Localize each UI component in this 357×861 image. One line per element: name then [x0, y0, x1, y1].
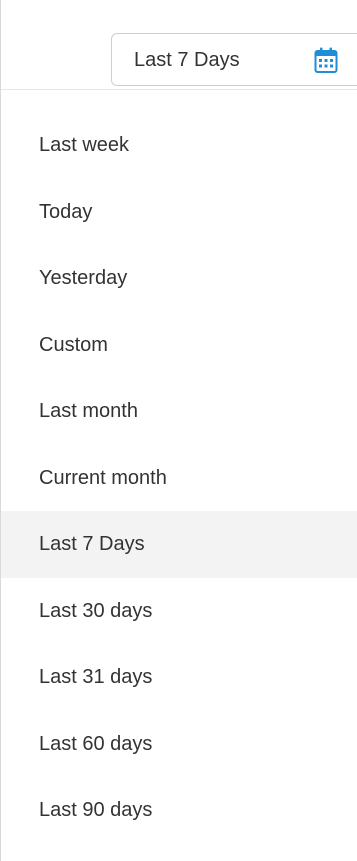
- option-last-month[interactable]: Last month: [1, 378, 357, 445]
- option-today[interactable]: Today: [1, 179, 357, 246]
- option-last-90-days[interactable]: Last 90 days: [1, 777, 357, 844]
- option-last-7-days[interactable]: Last 7 Days: [1, 511, 357, 578]
- option-custom[interactable]: Custom: [1, 312, 357, 379]
- option-yesterday[interactable]: Yesterday: [1, 245, 357, 312]
- calendar-icon[interactable]: [314, 46, 338, 74]
- date-range-dropdown-panel: Last 7 Days Last week Today Yesterday Cu…: [0, 0, 357, 861]
- date-range-selected-label: Last 7 Days: [134, 49, 240, 71]
- option-last-31-days[interactable]: Last 31 days: [1, 644, 357, 711]
- date-range-options: Last week Today Yesterday Custom Last mo…: [1, 112, 357, 844]
- option-last-60-days[interactable]: Last 60 days: [1, 711, 357, 778]
- option-last-30-days[interactable]: Last 30 days: [1, 578, 357, 645]
- date-range-header: Last 7 Days: [1, 0, 357, 90]
- option-last-week[interactable]: Last week: [1, 112, 357, 179]
- date-range-select[interactable]: Last 7 Days: [111, 33, 357, 86]
- option-current-month[interactable]: Current month: [1, 445, 357, 512]
